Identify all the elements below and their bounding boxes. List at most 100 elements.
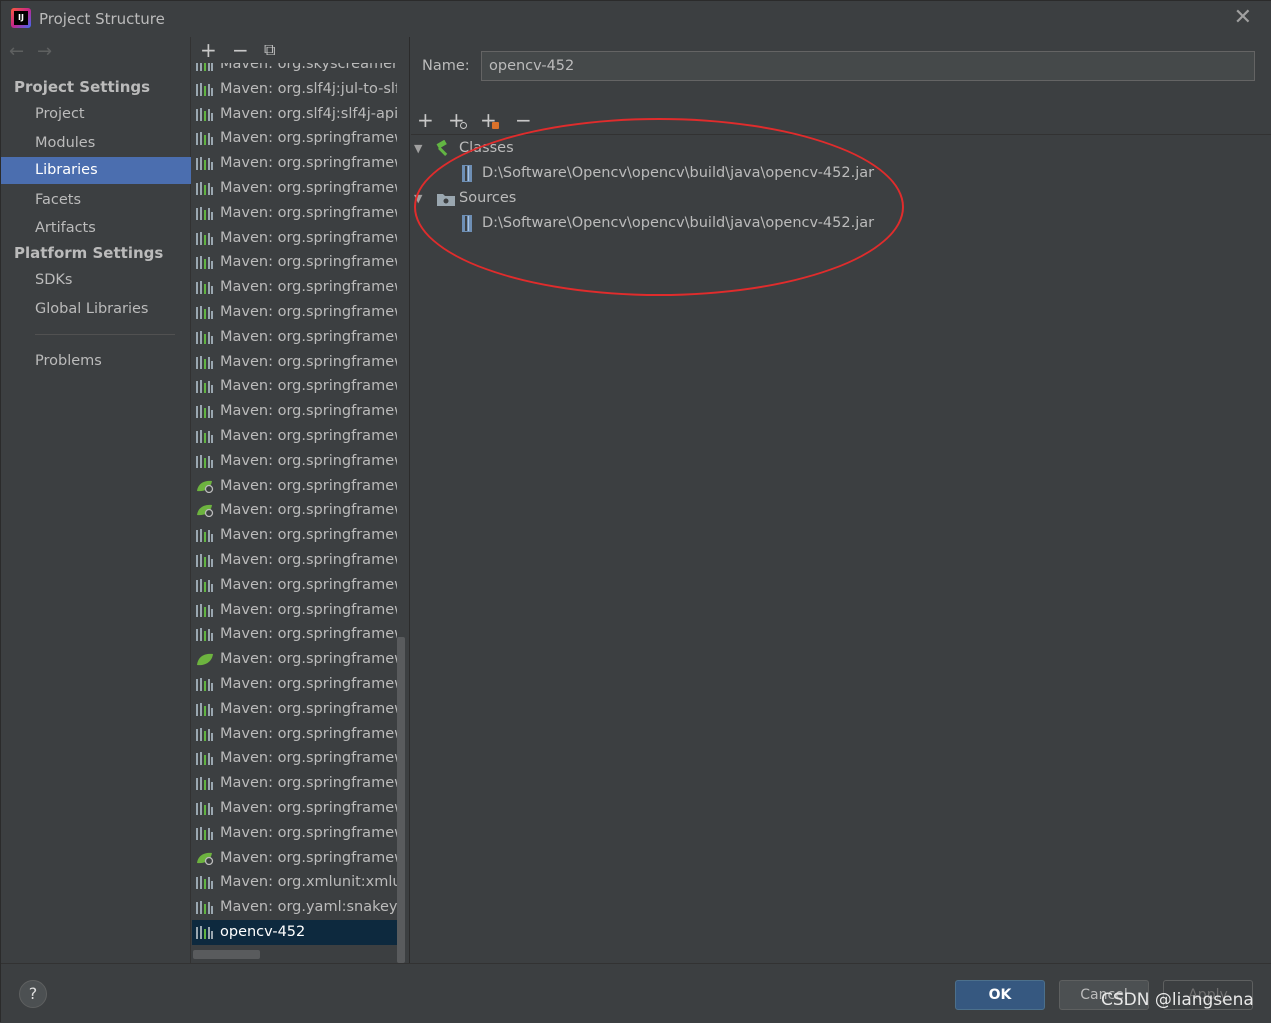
library-item[interactable]: Maven: org.springframework xyxy=(192,722,397,747)
classes-label: Classes xyxy=(459,140,514,156)
library-item-label: Maven: org.springframework xyxy=(220,725,397,742)
help-button[interactable]: ? xyxy=(19,980,47,1008)
library-item-label: Maven: org.springframework xyxy=(220,204,397,221)
nav-item-facets[interactable]: Facets xyxy=(1,187,191,214)
libraries-vertical-scrollbar[interactable] xyxy=(397,637,405,963)
library-item-label: Maven: org.springframework xyxy=(220,403,397,420)
library-item[interactable]: Maven: org.springframework xyxy=(192,796,397,821)
copy-library-button[interactable]: ⧉ xyxy=(264,39,275,61)
title-bar: Project Structure ✕ xyxy=(1,1,1271,37)
nav-item-modules[interactable]: Modules xyxy=(1,130,191,157)
library-item-label: Maven: org.springframework xyxy=(220,700,397,717)
library-item[interactable]: Maven: org.springframework xyxy=(192,697,397,722)
library-item-label: Maven: org.springframework xyxy=(220,427,397,444)
libraries-panel: Maven: org.skyscreamer:jsonassert:1.5.0M… xyxy=(192,37,410,963)
library-item-label: Maven: org.springframework xyxy=(220,229,397,246)
library-item[interactable]: Maven: org.slf4j:jul-to-slf4j:1.7.30 xyxy=(192,77,397,102)
project-structure-dialog: Project Structure ✕ ←→ Project Settings … xyxy=(0,0,1271,1023)
library-item-label: Maven: org.springframework xyxy=(220,328,397,345)
library-item-label: Maven: org.springframework xyxy=(220,303,397,320)
library-item-label: Maven: org.springframework xyxy=(220,750,397,767)
nav-item-artifacts[interactable]: Artifacts xyxy=(1,215,191,242)
library-item[interactable]: Maven: org.springframework xyxy=(192,424,397,449)
library-item[interactable]: Maven: org.springframework xyxy=(192,672,397,697)
settings-nav: ← → Project Settings Project Modules Libr… xyxy=(1,37,191,963)
close-icon[interactable]: ✕ xyxy=(1234,7,1252,29)
library-item[interactable]: Maven: org.springframework xyxy=(192,250,397,275)
library-item[interactable]: Maven: org.springframework xyxy=(192,201,397,226)
nav-item-project[interactable]: Project xyxy=(1,101,191,128)
library-item[interactable]: Maven: org.xmlunit:xmlunit-core xyxy=(192,870,397,895)
library-item-label: Maven: org.springframework xyxy=(220,378,397,395)
library-item[interactable]: Maven: org.springframework xyxy=(192,275,397,300)
library-detail-panel: Name: + + + − ▼ Classes xyxy=(411,37,1271,963)
libraries-horizontal-scrollbar[interactable] xyxy=(193,950,260,959)
apply-button[interactable]: Apply xyxy=(1163,980,1253,1010)
library-item-label: Maven: org.slf4j:jul-to-slf4j:1.7.30 xyxy=(220,80,397,97)
library-item[interactable]: Maven: org.springframework xyxy=(192,350,397,375)
nav-item-libraries[interactable]: Libraries xyxy=(1,157,191,184)
library-name-input[interactable] xyxy=(481,51,1255,81)
nav-item-sdks[interactable]: SDKs xyxy=(1,267,191,294)
library-item[interactable]: Maven: org.springframework xyxy=(192,374,397,399)
back-arrow-icon[interactable]: ← xyxy=(9,41,37,62)
library-item[interactable]: Maven: org.springframework xyxy=(192,746,397,771)
library-item[interactable]: Maven: org.springframework xyxy=(192,325,397,350)
library-item-label: Maven: org.springframework xyxy=(220,452,397,469)
project-settings-header: Project Settings xyxy=(14,78,151,96)
library-item[interactable]: Maven: org.slf4j:slf4j-api:1.7.30 xyxy=(192,102,397,127)
nav-item-global-libraries[interactable]: Global Libraries xyxy=(1,296,191,323)
exclude-root-button[interactable]: + xyxy=(480,109,499,131)
library-item[interactable]: Maven: org.springframework xyxy=(192,523,397,548)
add-root-button[interactable]: + xyxy=(417,109,434,131)
sources-label: Sources xyxy=(459,190,517,206)
library-item[interactable]: Maven: org.springframework xyxy=(192,399,397,424)
expand-arrow-icon[interactable]: ▼ xyxy=(414,136,422,161)
library-item-label: Maven: org.springframework xyxy=(220,849,397,866)
library-item-label: Maven: org.springframework xyxy=(220,279,397,296)
expand-arrow-icon[interactable]: ▼ xyxy=(414,186,422,211)
nav-item-problems[interactable]: Problems xyxy=(1,348,191,375)
roots-toolbar: + + + − xyxy=(411,107,1271,135)
library-item-label: Maven: org.xmlunit:xmlunit-core xyxy=(220,874,397,891)
library-item[interactable]: Maven: org.springframework xyxy=(192,647,397,672)
classes-hammer-icon xyxy=(436,140,448,156)
library-item[interactable]: Maven: org.springframework xyxy=(192,498,397,523)
library-item[interactable]: Maven: org.springframework xyxy=(192,598,397,623)
library-item[interactable]: Maven: org.springframework xyxy=(192,622,397,647)
library-item-label: Maven: org.springframework xyxy=(220,179,397,196)
library-item[interactable]: Maven: org.springframework xyxy=(192,449,397,474)
window-title: Project Structure xyxy=(39,10,165,28)
library-item-label: Maven: org.slf4j:slf4j-api:1.7.30 xyxy=(220,105,397,122)
library-item[interactable]: Maven: org.springframework xyxy=(192,771,397,796)
library-item[interactable]: Maven: org.springframework xyxy=(192,548,397,573)
library-item[interactable]: Maven: org.springframework xyxy=(192,573,397,598)
library-item[interactable]: Maven: org.springframework xyxy=(192,300,397,325)
library-item-selected[interactable]: opencv-452 xyxy=(192,919,397,945)
exclude-folder-icon xyxy=(492,122,499,129)
library-item[interactable]: Maven: org.springframework xyxy=(192,846,397,871)
library-item[interactable]: Maven: org.springframework xyxy=(192,226,397,251)
cancel-button[interactable]: Cancel xyxy=(1059,980,1149,1010)
libraries-toolbar: + − ⧉ xyxy=(192,37,409,63)
add-library-button[interactable]: + xyxy=(200,39,217,61)
library-item-label: Maven: org.springframework xyxy=(220,799,397,816)
add-web-root-button[interactable]: + xyxy=(448,109,467,131)
remove-root-button[interactable]: − xyxy=(515,109,532,131)
remove-library-button[interactable]: − xyxy=(232,39,249,61)
library-item[interactable]: Maven: org.springframework xyxy=(192,821,397,846)
jar-file-icon xyxy=(462,165,472,182)
library-item[interactable]: Maven: org.yaml:snakeyaml:1.27 xyxy=(192,895,397,920)
forward-arrow-icon[interactable]: → xyxy=(37,41,65,62)
classes-jar-path: D:\Software\Opencv\opencv\build\java\ope… xyxy=(482,165,875,181)
library-item-label: Maven: org.springframework xyxy=(220,254,397,271)
library-item-label: Maven: org.springframework xyxy=(220,155,397,172)
library-item[interactable]: Maven: org.springframework xyxy=(192,176,397,201)
sources-jar-path: D:\Software\Opencv\opencv\build\java\ope… xyxy=(482,215,875,231)
dialog-footer: ? OK Cancel Apply CSDN @liangsena xyxy=(1,963,1271,1023)
library-item-label: Maven: org.springframework xyxy=(220,824,397,841)
library-item[interactable]: Maven: org.springframework xyxy=(192,126,397,151)
library-item[interactable]: Maven: org.springframework xyxy=(192,151,397,176)
ok-button[interactable]: OK xyxy=(955,980,1045,1010)
library-item[interactable]: Maven: org.springframework xyxy=(192,474,397,499)
